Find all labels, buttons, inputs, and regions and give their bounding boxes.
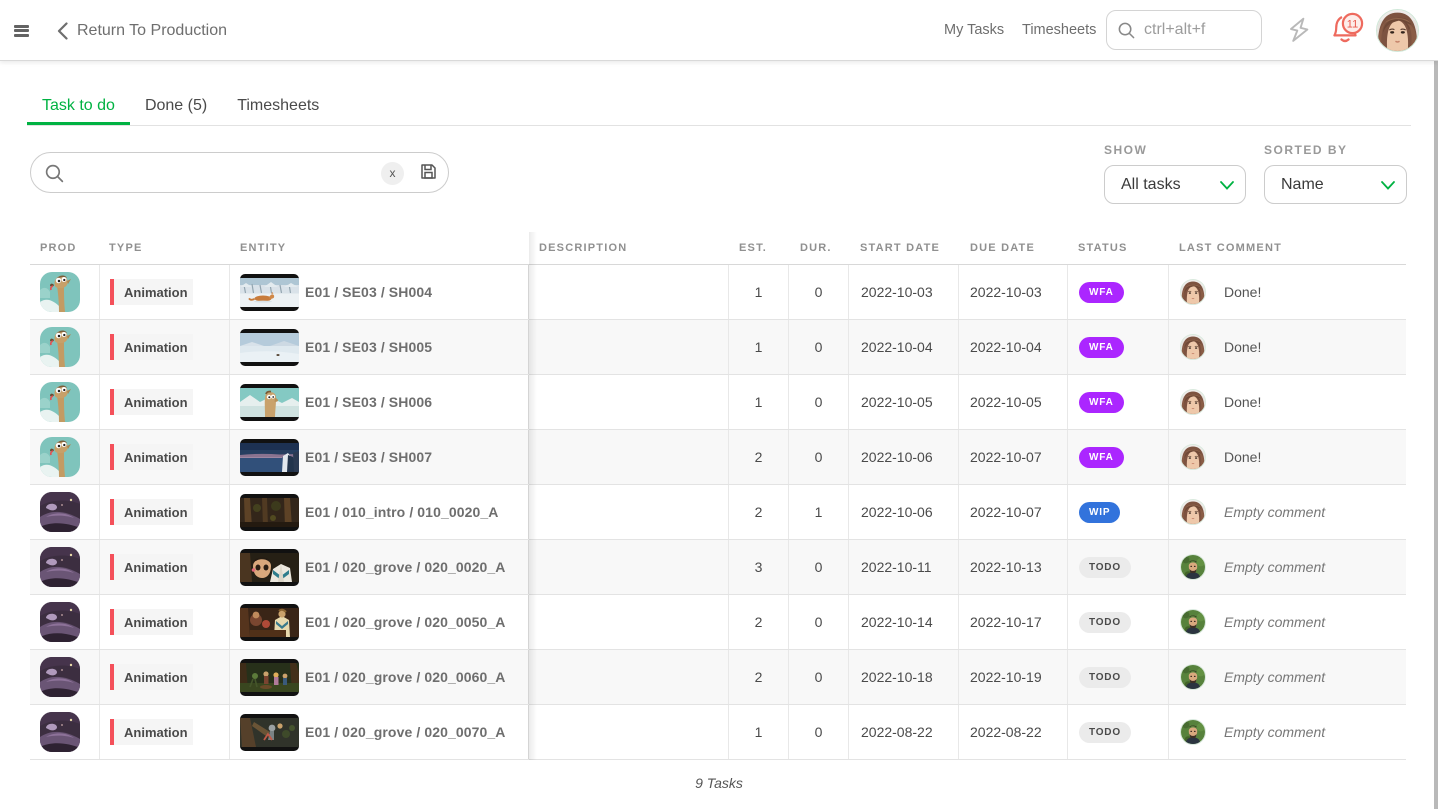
svg-text:11: 11: [1347, 19, 1358, 31]
